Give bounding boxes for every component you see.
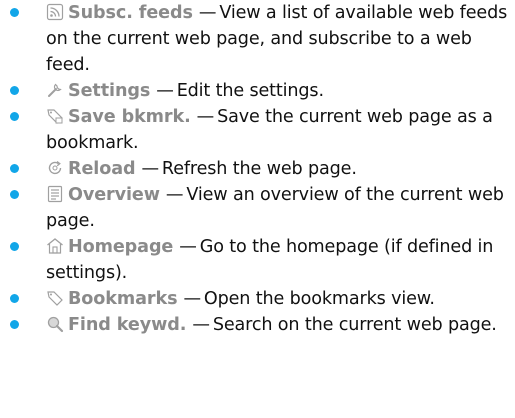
bullet	[10, 164, 19, 173]
bookmark-icon	[46, 289, 64, 307]
bullet	[10, 294, 19, 303]
item-title: Bookmarks	[68, 289, 178, 309]
item-title: Settings	[68, 81, 151, 101]
dash: —	[198, 3, 217, 23]
item-description: Edit the settings.	[176, 81, 324, 101]
item-title: Find keywd.	[68, 315, 187, 335]
list-item: Find keywd. — Search on the current web pa…	[0, 312, 515, 338]
item-title: Overview	[68, 185, 160, 205]
dash: —	[183, 289, 201, 309]
overview-icon	[46, 185, 64, 203]
bullet	[10, 320, 19, 329]
item-title: Reload	[68, 159, 136, 179]
item-title: Save bkmrk.	[68, 107, 191, 127]
dash: —	[196, 107, 215, 127]
list-item: Bookmarks — Open the bookmarks view.	[0, 286, 515, 312]
menu-options-list: Subsc. feeds — View a list of available we…	[0, 0, 515, 338]
search-icon	[46, 315, 64, 333]
dash: —	[192, 315, 210, 335]
bullet	[10, 190, 19, 199]
item-title: Subsc. feeds	[68, 3, 193, 23]
reload-icon	[46, 159, 64, 177]
bullet	[10, 86, 19, 95]
bullet	[10, 8, 19, 17]
wrench-icon	[46, 81, 64, 99]
list-item: Homepage — Go to the homepage (if defined …	[0, 234, 515, 286]
list-item: Settings — Edit the settings.	[0, 78, 515, 104]
home-icon	[46, 237, 64, 255]
rss-feed-icon	[46, 3, 64, 21]
list-item: Subsc. feeds — View a list of available we…	[0, 0, 515, 78]
item-description: Open the bookmarks view.	[203, 289, 435, 309]
dash: —	[179, 237, 197, 257]
dash: —	[165, 185, 184, 205]
bullet	[10, 112, 19, 121]
item-title: Homepage	[68, 237, 174, 257]
save-bookmark-icon	[46, 107, 64, 125]
list-item: Save bkmrk. — Save the current web page as…	[0, 104, 515, 156]
list-item: Overview — View an overview of the current…	[0, 182, 515, 234]
dash: —	[156, 81, 174, 101]
dash: —	[141, 159, 159, 179]
item-description: Search on the current web page.	[212, 315, 497, 335]
bullet	[10, 242, 19, 251]
item-description: Refresh the web page.	[161, 159, 357, 179]
list-item: Reload — Refresh the web page.	[0, 156, 515, 182]
